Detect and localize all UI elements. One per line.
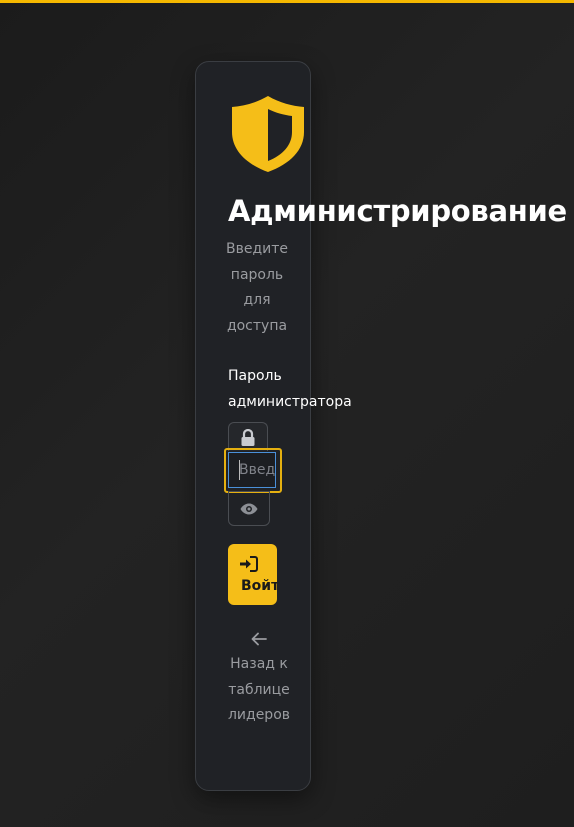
login-button[interactable]: Войти	[228, 544, 277, 605]
back-link-label: Назад к таблице лидеров	[227, 656, 291, 723]
login-button-label: Войти	[241, 578, 277, 594]
password-label: Пароль администратора	[228, 368, 352, 410]
lock-addon	[228, 422, 268, 451]
eye-icon	[240, 503, 258, 514]
lock-icon	[241, 429, 255, 446]
arrow-left-icon	[251, 632, 267, 646]
back-to-leaderboard-link[interactable]: Назад к таблице лидеров	[224, 632, 294, 729]
password-input[interactable]	[228, 452, 276, 488]
sign-in-icon	[240, 556, 258, 572]
shield-icon	[232, 96, 304, 172]
text-caret	[239, 460, 240, 480]
toggle-password-visibility-button[interactable]	[228, 491, 270, 526]
page-title: Администрирование	[228, 194, 567, 228]
page-subtitle: Введите пароль для доступа	[225, 241, 288, 334]
top-accent-bar	[0, 0, 574, 3]
